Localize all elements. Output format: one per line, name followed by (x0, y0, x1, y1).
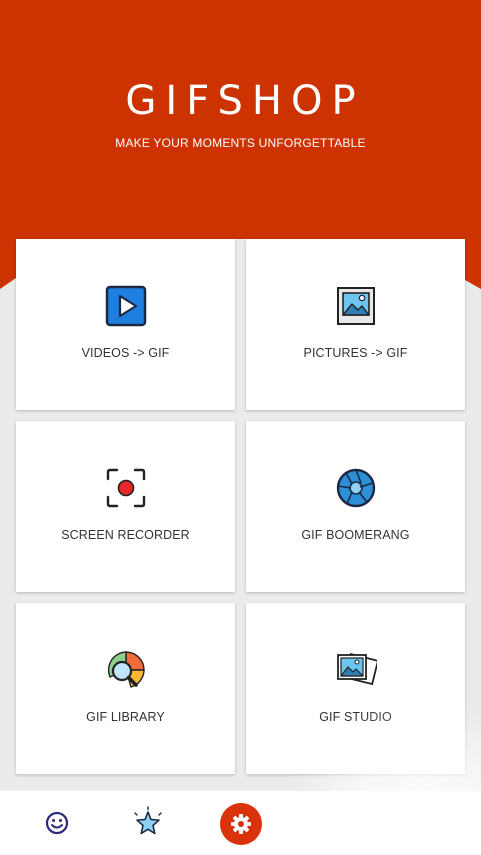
gif-library-label: GIF LIBRARY (86, 710, 165, 724)
photos-icon (335, 649, 377, 691)
app-title: GIFSHOP (125, 78, 365, 124)
pictures-to-gif-card[interactable]: PICTURES -> GIF (246, 239, 465, 410)
record-icon (105, 467, 147, 509)
aperture-icon (335, 467, 377, 509)
gif-studio-label: GIF STUDIO (319, 710, 392, 724)
screen-recorder-label: SCREEN RECORDER (61, 528, 190, 542)
gif-studio-card[interactable]: GIF STUDIO (246, 603, 465, 774)
gear-icon (231, 814, 251, 834)
smiley-icon[interactable] (39, 805, 75, 841)
app-header: GIFSHOP MAKE YOUR MOMENTS UNFORGETTABLE (0, 78, 481, 150)
videos-to-gif-label: VIDEOS -> GIF (81, 346, 170, 360)
gif-library-card[interactable]: GIF LIBRARY (16, 603, 235, 774)
library-search-icon (105, 649, 147, 691)
settings-button[interactable] (220, 803, 262, 845)
videos-to-gif-card[interactable]: VIDEOS -> GIF (16, 239, 235, 410)
gif-boomerang-label: GIF BOOMERANG (301, 528, 410, 542)
gif-boomerang-card[interactable]: GIF BOOMERANG (246, 421, 465, 592)
picture-icon (335, 285, 377, 327)
pictures-to-gif-label: PICTURES -> GIF (303, 346, 408, 360)
play-video-icon (105, 285, 147, 327)
screen-recorder-card[interactable]: SCREEN RECORDER (16, 421, 235, 592)
star-icon[interactable] (130, 805, 166, 841)
bottom-navigation (0, 791, 481, 855)
app-subtitle: MAKE YOUR MOMENTS UNFORGETTABLE (115, 136, 366, 150)
